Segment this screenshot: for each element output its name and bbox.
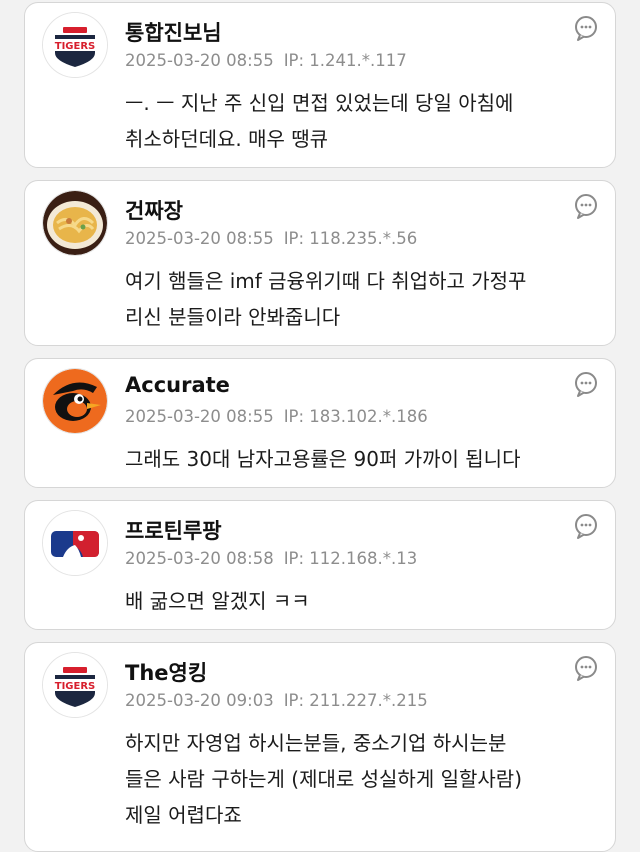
more-bubble-icon[interactable] — [573, 15, 599, 41]
comment-nickname[interactable]: 통합진보님 — [125, 17, 222, 47]
avatar-team-text: TIGERS — [55, 681, 95, 692]
comment-body: 여기 햄들은 imf 금융위기때 다 취업하고 가정꾸 리신 분들이라 안봐줍니… — [125, 263, 589, 335]
comment-body: 그래도 30대 남자고용률은 90퍼 가까이 됩니다 — [125, 441, 589, 477]
orioles-bird-icon[interactable] — [43, 369, 107, 433]
more-bubble-icon[interactable] — [573, 193, 599, 219]
comment-date: 2025-03-20 08:58 — [125, 549, 274, 568]
more-bubble-icon[interactable] — [573, 371, 599, 397]
comment-card: TIGERS The영킹 2025-03-20 09:03 IP: 211.227… — [24, 642, 616, 852]
more-bubble-icon[interactable] — [573, 655, 599, 681]
comment-body: ㅡ. ㅡ 지난 주 신입 면접 있었는데 당일 아침에 취소하던데요. 매우 땡… — [125, 85, 589, 157]
food-bowl-icon[interactable] — [43, 191, 107, 255]
avatar-team-text: TIGERS — [55, 41, 95, 52]
comment-ip: IP: 183.102.*.186 — [283, 407, 428, 426]
comment-card: 건짜장 2025-03-20 08:55 IP: 118.235.*.56 여기 … — [24, 180, 616, 346]
comment-ip: IP: 112.168.*.13 — [283, 549, 418, 568]
comment-date: 2025-03-20 09:03 — [125, 691, 274, 710]
comment-line: 그래도 30대 남자고용률은 90퍼 가까이 됩니다 — [125, 447, 521, 471]
comment-date: 2025-03-20 08:55 — [125, 407, 274, 426]
comment-card: Accurate 2025-03-20 08:55 IP: 183.102.*.1… — [24, 358, 616, 488]
comment-nickname[interactable]: 프로틴루팡 — [125, 515, 222, 545]
comment-date: 2025-03-20 08:55 — [125, 229, 274, 248]
tigers-logo-icon[interactable]: TIGERS — [43, 653, 107, 717]
comment-meta: 2025-03-20 08:55 IP: 118.235.*.56 — [125, 229, 417, 248]
comment-meta: 2025-03-20 08:55 IP: 183.102.*.186 — [125, 407, 428, 426]
tigers-logo-icon[interactable]: TIGERS — [43, 13, 107, 77]
comment-line: 제일 어렵다죠 — [125, 803, 242, 827]
more-bubble-icon[interactable] — [573, 513, 599, 539]
comment-line: 리신 분들이라 안봐줍니다 — [125, 305, 341, 329]
comment-meta: 2025-03-20 08:58 IP: 112.168.*.13 — [125, 549, 417, 568]
comment-ip: IP: 118.235.*.56 — [283, 229, 418, 248]
comment-line: 배 굶으면 알겠지 ㅋㅋ — [125, 589, 310, 613]
comment-line: 들은 사람 구하는게 (제대로 성실하게 일할사람) — [125, 767, 522, 791]
comment-body: 하지만 자영업 하시는분들, 중소기업 하시는분 들은 사람 구하는게 (제대로… — [125, 725, 589, 833]
comment-meta: 2025-03-20 09:03 IP: 211.227.*.215 — [125, 691, 428, 710]
comment-nickname[interactable]: 건짜장 — [125, 195, 183, 225]
comment-card: 프로틴루팡 2025-03-20 08:58 IP: 112.168.*.13 배… — [24, 500, 616, 630]
comment-line: 여기 햄들은 imf 금융위기때 다 취업하고 가정꾸 — [125, 269, 527, 293]
comment-line: 하지만 자영업 하시는분들, 중소기업 하시는분 — [125, 731, 507, 755]
comment-ip: IP: 211.227.*.215 — [283, 691, 428, 710]
comment-nickname[interactable]: Accurate — [125, 373, 230, 397]
comment-line: 취소하던데요. 매우 땡큐 — [125, 127, 329, 151]
comment-body: 배 굶으면 알겠지 ㅋㅋ — [125, 583, 589, 619]
comment-line: ㅡ. ㅡ 지난 주 신입 면접 있었는데 당일 아침에 — [125, 91, 514, 115]
comment-date: 2025-03-20 08:55 — [125, 51, 274, 70]
comment-card: TIGERS 통합진보님 2025-03-20 08:55 IP: 1.241.*… — [24, 2, 616, 168]
mlb-logo-icon[interactable] — [43, 511, 107, 575]
comment-nickname[interactable]: The영킹 — [125, 657, 207, 687]
comment-meta: 2025-03-20 08:55 IP: 1.241.*.117 — [125, 51, 407, 70]
comment-ip: IP: 1.241.*.117 — [283, 51, 407, 70]
